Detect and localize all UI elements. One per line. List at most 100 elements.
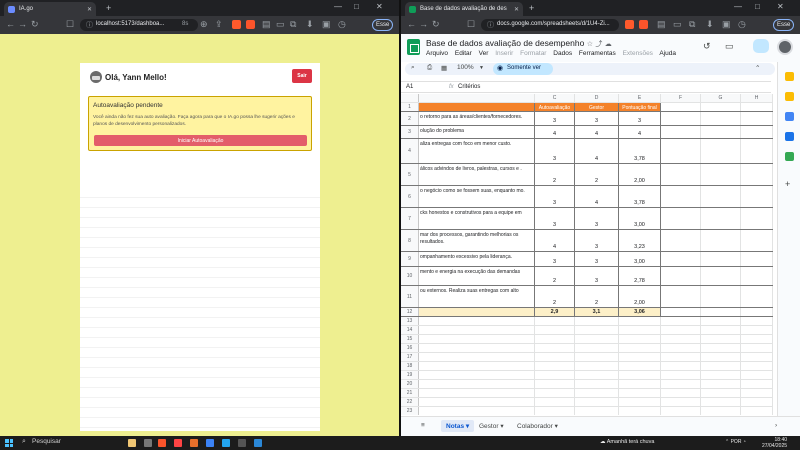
col-b-cell[interactable] bbox=[419, 344, 535, 352]
row-header[interactable]: 12 bbox=[401, 308, 419, 316]
app-blue2-icon[interactable] bbox=[254, 439, 262, 447]
col-f-cell[interactable] bbox=[661, 252, 701, 266]
col-b-cell[interactable]: olução do problema bbox=[419, 126, 535, 138]
column-header[interactable] bbox=[419, 94, 535, 102]
language-indicator[interactable]: POR bbox=[731, 439, 742, 445]
new-tab-icon[interactable]: + bbox=[529, 3, 534, 13]
name-box[interactable]: A1 bbox=[406, 84, 413, 90]
column-header[interactable]: D bbox=[575, 94, 619, 102]
col-f-cell[interactable] bbox=[661, 317, 701, 325]
col-b-cell[interactable]: o negócio como se fossem suas, enquanto … bbox=[419, 186, 535, 207]
minimize-icon[interactable]: — bbox=[334, 2, 342, 11]
col-f-cell[interactable] bbox=[661, 230, 701, 251]
vpn-icon[interactable]: ▣ bbox=[322, 19, 331, 30]
col-b-cell[interactable]: mento e energia na execução das demandas bbox=[419, 267, 535, 285]
row-header[interactable]: 3 bbox=[401, 126, 419, 138]
col-h-cell[interactable] bbox=[741, 112, 773, 125]
row-header[interactable]: 13 bbox=[401, 317, 419, 325]
task-view-icon[interactable] bbox=[144, 439, 152, 447]
col-f-cell[interactable] bbox=[661, 286, 701, 307]
back-icon[interactable]: ← bbox=[6, 19, 15, 29]
col-f-cell[interactable] bbox=[661, 389, 701, 397]
col-d-cell[interactable]: 2 bbox=[575, 286, 619, 307]
col-d-cell[interactable]: 2 bbox=[575, 164, 619, 185]
wallet-icon[interactable]: ▭ bbox=[673, 19, 682, 30]
col-e-cell[interactable]: 2,00 bbox=[619, 164, 661, 185]
tasks-icon[interactable] bbox=[785, 112, 794, 121]
column-header[interactable]: C bbox=[535, 94, 575, 102]
tab-iago[interactable]: IA.go ✕ bbox=[4, 2, 96, 16]
sheet-tab-colaborador[interactable]: Colaborador ▾ bbox=[517, 422, 558, 430]
col-h-cell[interactable] bbox=[741, 326, 773, 334]
extensions-icon[interactable]: ⧉ bbox=[290, 19, 296, 30]
rewards-icon[interactable] bbox=[246, 20, 255, 29]
col-h-cell[interactable] bbox=[741, 308, 773, 316]
column-header[interactable]: F bbox=[661, 94, 701, 102]
col-h-cell[interactable] bbox=[741, 164, 773, 185]
bookmark-icon[interactable]: ☐ bbox=[66, 19, 74, 30]
col-e-cell[interactable]: 3,78 bbox=[619, 186, 661, 207]
col-f-cell[interactable] bbox=[661, 326, 701, 334]
terminal-icon[interactable] bbox=[238, 439, 246, 447]
extensions-icon[interactable]: ⧉ bbox=[689, 19, 695, 30]
col-g-cell[interactable] bbox=[701, 398, 741, 406]
col-c-cell[interactable] bbox=[535, 335, 575, 343]
row-header[interactable]: 6 bbox=[401, 186, 419, 207]
col-d-cell[interactable]: 3 bbox=[575, 267, 619, 285]
weather-widget[interactable]: ☁ Amanhã terá chuva bbox=[600, 439, 654, 445]
wallet-icon[interactable]: ▭ bbox=[276, 19, 285, 30]
col-h-cell[interactable] bbox=[741, 230, 773, 251]
col-d-cell[interactable] bbox=[575, 335, 619, 343]
col-b-cell[interactable] bbox=[419, 308, 535, 316]
tab-sheets[interactable]: Base de dados avaliação de des ✕ bbox=[405, 2, 523, 16]
clock[interactable]: 18:40 27/04/2025 bbox=[762, 437, 787, 449]
col-d-cell[interactable] bbox=[575, 344, 619, 352]
row-header[interactable] bbox=[401, 94, 419, 102]
menu-arquivo[interactable]: Arquivo bbox=[426, 50, 448, 57]
address-bar[interactable]: ⓘ localhost:5173/dashboa... bbox=[80, 19, 198, 31]
account-avatar[interactable] bbox=[777, 39, 793, 55]
col-g-cell[interactable] bbox=[701, 230, 741, 251]
calendar-icon[interactable] bbox=[785, 72, 794, 81]
col-e-cell[interactable] bbox=[619, 317, 661, 325]
col-c-cell[interactable]: 3 bbox=[535, 208, 575, 229]
col-g-cell[interactable] bbox=[701, 186, 741, 207]
spreadsheet-grid[interactable]: C D E F G H 1 Autoavaliação Gestor Pontuação fina… bbox=[401, 94, 773, 415]
expand-side-panel-icon[interactable]: › bbox=[775, 422, 777, 429]
col-c-cell[interactable] bbox=[535, 362, 575, 370]
col-f-cell[interactable] bbox=[661, 186, 701, 207]
app-blue-icon[interactable] bbox=[206, 439, 214, 447]
paint-format-icon[interactable]: ▦ bbox=[441, 64, 447, 72]
col-h-cell[interactable] bbox=[741, 186, 773, 207]
col-e-cell[interactable]: 2,78 bbox=[619, 267, 661, 285]
col-h-cell[interactable] bbox=[741, 407, 773, 415]
row-header[interactable]: 21 bbox=[401, 389, 419, 397]
col-d-cell[interactable]: 3,1 bbox=[575, 308, 619, 316]
app-red-icon[interactable] bbox=[174, 439, 182, 447]
menu-editar[interactable]: Editar bbox=[455, 50, 472, 57]
sheet-tab-gestor[interactable]: Gestor ▾ bbox=[479, 422, 504, 430]
column-header[interactable]: G bbox=[701, 94, 741, 102]
col-g-cell[interactable] bbox=[701, 126, 741, 138]
col-g-cell[interactable] bbox=[701, 112, 741, 125]
taskbar-search[interactable]: ⌕ Pesquisar bbox=[20, 438, 120, 448]
col-e-cell[interactable]: 4 bbox=[619, 126, 661, 138]
contacts-icon[interactable] bbox=[785, 132, 794, 141]
col-e-cell[interactable] bbox=[619, 353, 661, 361]
col-g-cell[interactable] bbox=[701, 389, 741, 397]
col-b-cell[interactable]: ou externos. Realiza suas entregas com a… bbox=[419, 286, 535, 307]
col-c-cell[interactable] bbox=[535, 398, 575, 406]
site-info-icon[interactable]: ⓘ bbox=[487, 20, 494, 30]
col-f-cell[interactable] bbox=[661, 112, 701, 125]
col-b-cell[interactable] bbox=[419, 317, 535, 325]
star-icon[interactable]: ☆ bbox=[587, 41, 593, 48]
chevron-up-icon[interactable]: ⌃ bbox=[755, 64, 760, 72]
col-c-cell[interactable] bbox=[535, 407, 575, 415]
col-g-cell[interactable] bbox=[701, 335, 741, 343]
col-f-cell[interactable] bbox=[661, 371, 701, 379]
col-e-cell[interactable] bbox=[619, 371, 661, 379]
col-c-cell[interactable] bbox=[535, 326, 575, 334]
column-header[interactable]: E bbox=[619, 94, 661, 102]
col-c-cell[interactable] bbox=[535, 344, 575, 352]
menu-inserir[interactable]: Inserir bbox=[495, 50, 513, 57]
